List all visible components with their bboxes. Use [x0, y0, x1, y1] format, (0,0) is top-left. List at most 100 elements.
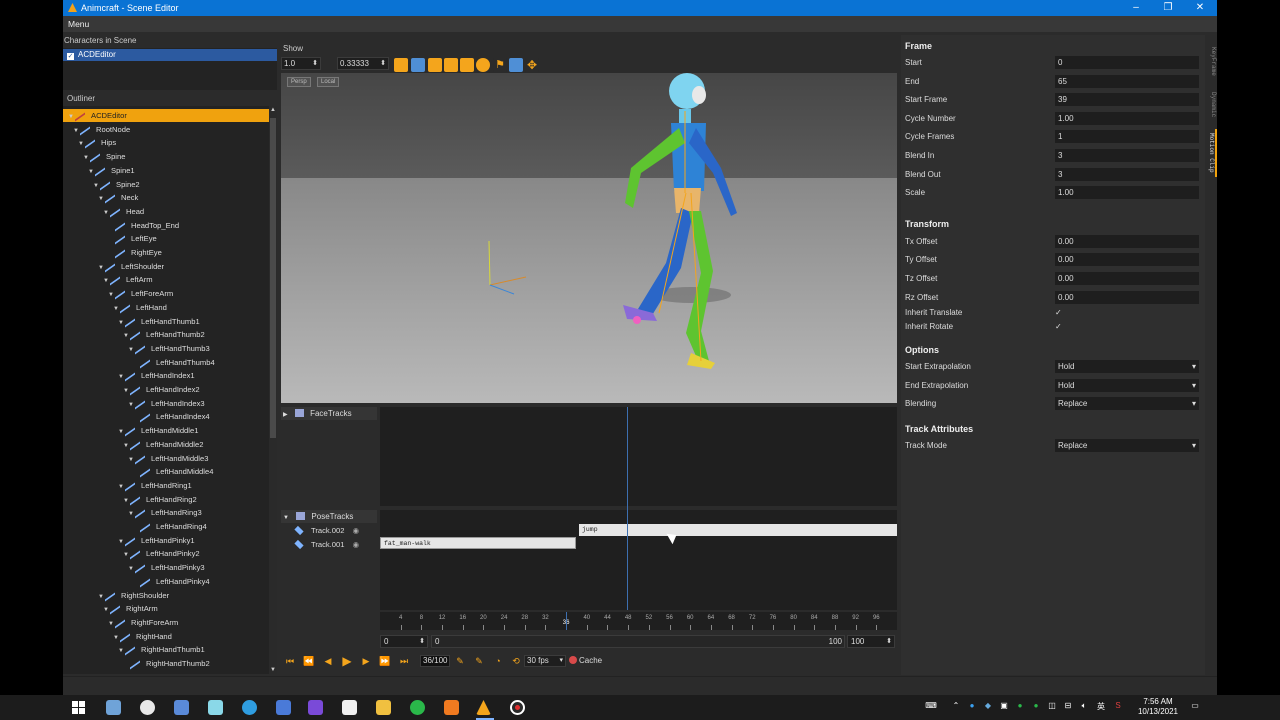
outliner-node[interactable]: ▼ LeftHandMiddle2 [63, 436, 269, 451]
outliner-scrollbar[interactable]: ▲ ▼ [269, 106, 277, 674]
outliner-node[interactable]: ▼ LeftHandRing3 [63, 504, 269, 519]
play-icon[interactable]: ▶ [340, 655, 354, 667]
range-end-spinbox[interactable]: 100 ⬍ [847, 635, 895, 648]
outliner-node[interactable]: ▼ LeftHandPinky3 [63, 559, 269, 574]
search-app-icon[interactable] [444, 700, 459, 715]
tab-motion-clip[interactable]: Motion Clip [1206, 129, 1217, 177]
pose-tracks-header[interactable]: ▼ PoseTracks [281, 510, 377, 523]
menu-button[interactable]: Menu [68, 19, 89, 29]
prop-field[interactable]: 39 [1055, 93, 1199, 107]
outliner-node[interactable]: ▼ LeftHandIndex3 [63, 395, 269, 410]
outliner-node[interactable]: RightHandThumb2 [63, 655, 269, 670]
pose-tracks-area[interactable]: jump fat_man-walk [380, 510, 897, 610]
inherit-translate-checkbox[interactable]: ✓ [1055, 309, 1063, 317]
scale-spinbox[interactable]: 1.0 ⬍ [281, 57, 321, 70]
outliner-node[interactable]: ▼ LeftHandThumb1 [63, 312, 269, 328]
frame-icon[interactable] [411, 58, 425, 72]
cache-toggle[interactable]: Cache [569, 655, 602, 667]
outliner-node[interactable]: LeftHandIndex4 [63, 408, 269, 423]
taskbar-app-icon[interactable] [106, 700, 121, 715]
tray-app-icon[interactable]: S [1112, 701, 1124, 710]
outliner-node[interactable]: HeadTop_End [63, 217, 269, 232]
restore-icon[interactable]: ❐ [1161, 1, 1175, 15]
outliner-node[interactable]: ▼ Neck [63, 189, 269, 204]
outliner-node[interactable]: ▼ RightForeArm [63, 614, 269, 629]
outliner-node[interactable]: ▼ LeftHandRing1 [63, 477, 269, 492]
tray-wechat-icon[interactable]: ● [1030, 701, 1042, 710]
outliner-node[interactable]: ▼ LeftHandPinky1 [63, 532, 269, 547]
flag-icon[interactable]: ⚑ [493, 58, 507, 72]
prop-field[interactable]: 0.00 [1055, 234, 1199, 248]
scroll-down-icon[interactable]: ▼ [269, 667, 277, 673]
outliner-node[interactable]: ▼ Spine2 [63, 175, 269, 191]
outliner-node[interactable]: LeftHandThumb4 [63, 354, 269, 369]
taskbar-app-icon[interactable] [174, 700, 189, 715]
prop-field[interactable]: 0.00 [1055, 272, 1199, 285]
prop-field[interactable]: 1 [1055, 130, 1199, 144]
tray-app-icon[interactable]: ▣ [998, 701, 1010, 710]
clock[interactable]: 7:56 AM 10/13/2021 [1130, 697, 1186, 717]
outliner-node[interactable]: ▼ RightArm [63, 600, 269, 615]
go-to-start-icon[interactable]: ⏮ [283, 655, 297, 667]
prop-field[interactable]: 0 [1055, 56, 1199, 69]
taskbar-app-icon[interactable] [342, 700, 357, 715]
character-item[interactable]: ✓ ACDEditor [63, 49, 277, 61]
next-key-icon[interactable]: ⏩ [378, 655, 392, 667]
key-tool-icon[interactable]: ✎ [453, 655, 467, 667]
eye-icon[interactable]: ◉ [353, 526, 360, 535]
tray-app-icon[interactable]: ● [1014, 701, 1026, 710]
prev-key-icon[interactable]: ⏪ [302, 655, 316, 667]
network-icon[interactable]: ⊟ [1062, 701, 1074, 710]
playhead-line[interactable] [627, 407, 628, 610]
outliner-node[interactable]: ▼ LeftShoulder [63, 258, 269, 273]
prop-field[interactable]: 1.00 [1055, 186, 1199, 200]
fps-select[interactable]: 30 fps ▾ [524, 655, 566, 667]
file-explorer-icon[interactable] [376, 700, 391, 715]
persp-button[interactable]: Persp [287, 77, 311, 87]
tab-keyframe[interactable]: KeyFrame [1206, 41, 1217, 81]
outliner-node[interactable]: ▼ Hips [63, 134, 269, 149]
prop-dropdown[interactable]: Hold [1055, 378, 1199, 392]
outliner-node[interactable]: LeftHandPinky4 [63, 573, 269, 588]
tray-app-icon[interactable]: ● [966, 701, 978, 710]
outliner-node[interactable]: ▼ RightShoulder [63, 586, 269, 602]
checkbox-icon[interactable]: ✓ [67, 53, 74, 60]
move-icon[interactable]: ✥ [525, 58, 539, 72]
outliner-node[interactable]: ▼ Head [63, 203, 269, 218]
loop-icon[interactable]: ⟲ [509, 655, 523, 667]
face-tracks-header[interactable]: ▶ FaceTracks [281, 407, 377, 420]
edge-browser-icon[interactable] [242, 700, 257, 715]
wire-icon[interactable] [460, 58, 474, 72]
3d-viewport[interactable]: Persp Local [281, 73, 897, 403]
next-frame-icon[interactable]: ▶ [359, 655, 373, 667]
ruler-playhead[interactable] [566, 612, 568, 630]
outliner-node[interactable]: ▼ LeftArm [63, 271, 269, 286]
language-icon[interactable]: 英 [1094, 701, 1108, 712]
outliner-root-node[interactable]: ▼ ACDEditor [63, 107, 269, 122]
track-row[interactable]: Track.002 ◉ [281, 524, 377, 537]
track-mode-dropdown[interactable]: Replace [1055, 439, 1199, 452]
frame-display[interactable]: 36/100 [420, 655, 450, 667]
outliner-node[interactable]: ▼ Spine1 [63, 162, 269, 177]
clip-walk[interactable]: fat_man-walk [380, 537, 576, 549]
notification-icon[interactable]: ▭ [1188, 701, 1202, 710]
record-app-icon[interactable] [510, 700, 525, 715]
tray-app-icon[interactable]: ◆ [982, 701, 994, 710]
keyboard-icon[interactable]: ⌨ [924, 701, 938, 710]
prev-frame-icon[interactable]: ◀ [321, 655, 335, 667]
key-tool2-icon[interactable]: ✎ [472, 655, 486, 667]
prop-dropdown[interactable]: Replace [1055, 397, 1199, 411]
scrollbar-thumb[interactable] [270, 118, 276, 438]
tray-app-icon[interactable]: ◫ [1046, 701, 1058, 710]
outliner-node[interactable]: ▼ RightHand [63, 628, 269, 643]
chevron-up-icon[interactable]: ⌃ [950, 701, 962, 710]
outliner-node[interactable]: ▼ LeftHand [63, 299, 269, 314]
taskbar-app-icon[interactable] [208, 700, 223, 715]
grid-icon[interactable] [428, 58, 442, 72]
range-slider[interactable]: 0 100 [431, 635, 845, 648]
outliner-node[interactable]: ▼ LeftHandRing2 [63, 491, 269, 506]
close-icon[interactable]: ✕ [1193, 1, 1207, 15]
prop-field[interactable]: 0.00 [1055, 253, 1199, 267]
outliner-node[interactable]: ▼ LeftHandThumb2 [63, 326, 269, 341]
prop-field[interactable]: 3 [1055, 167, 1199, 181]
